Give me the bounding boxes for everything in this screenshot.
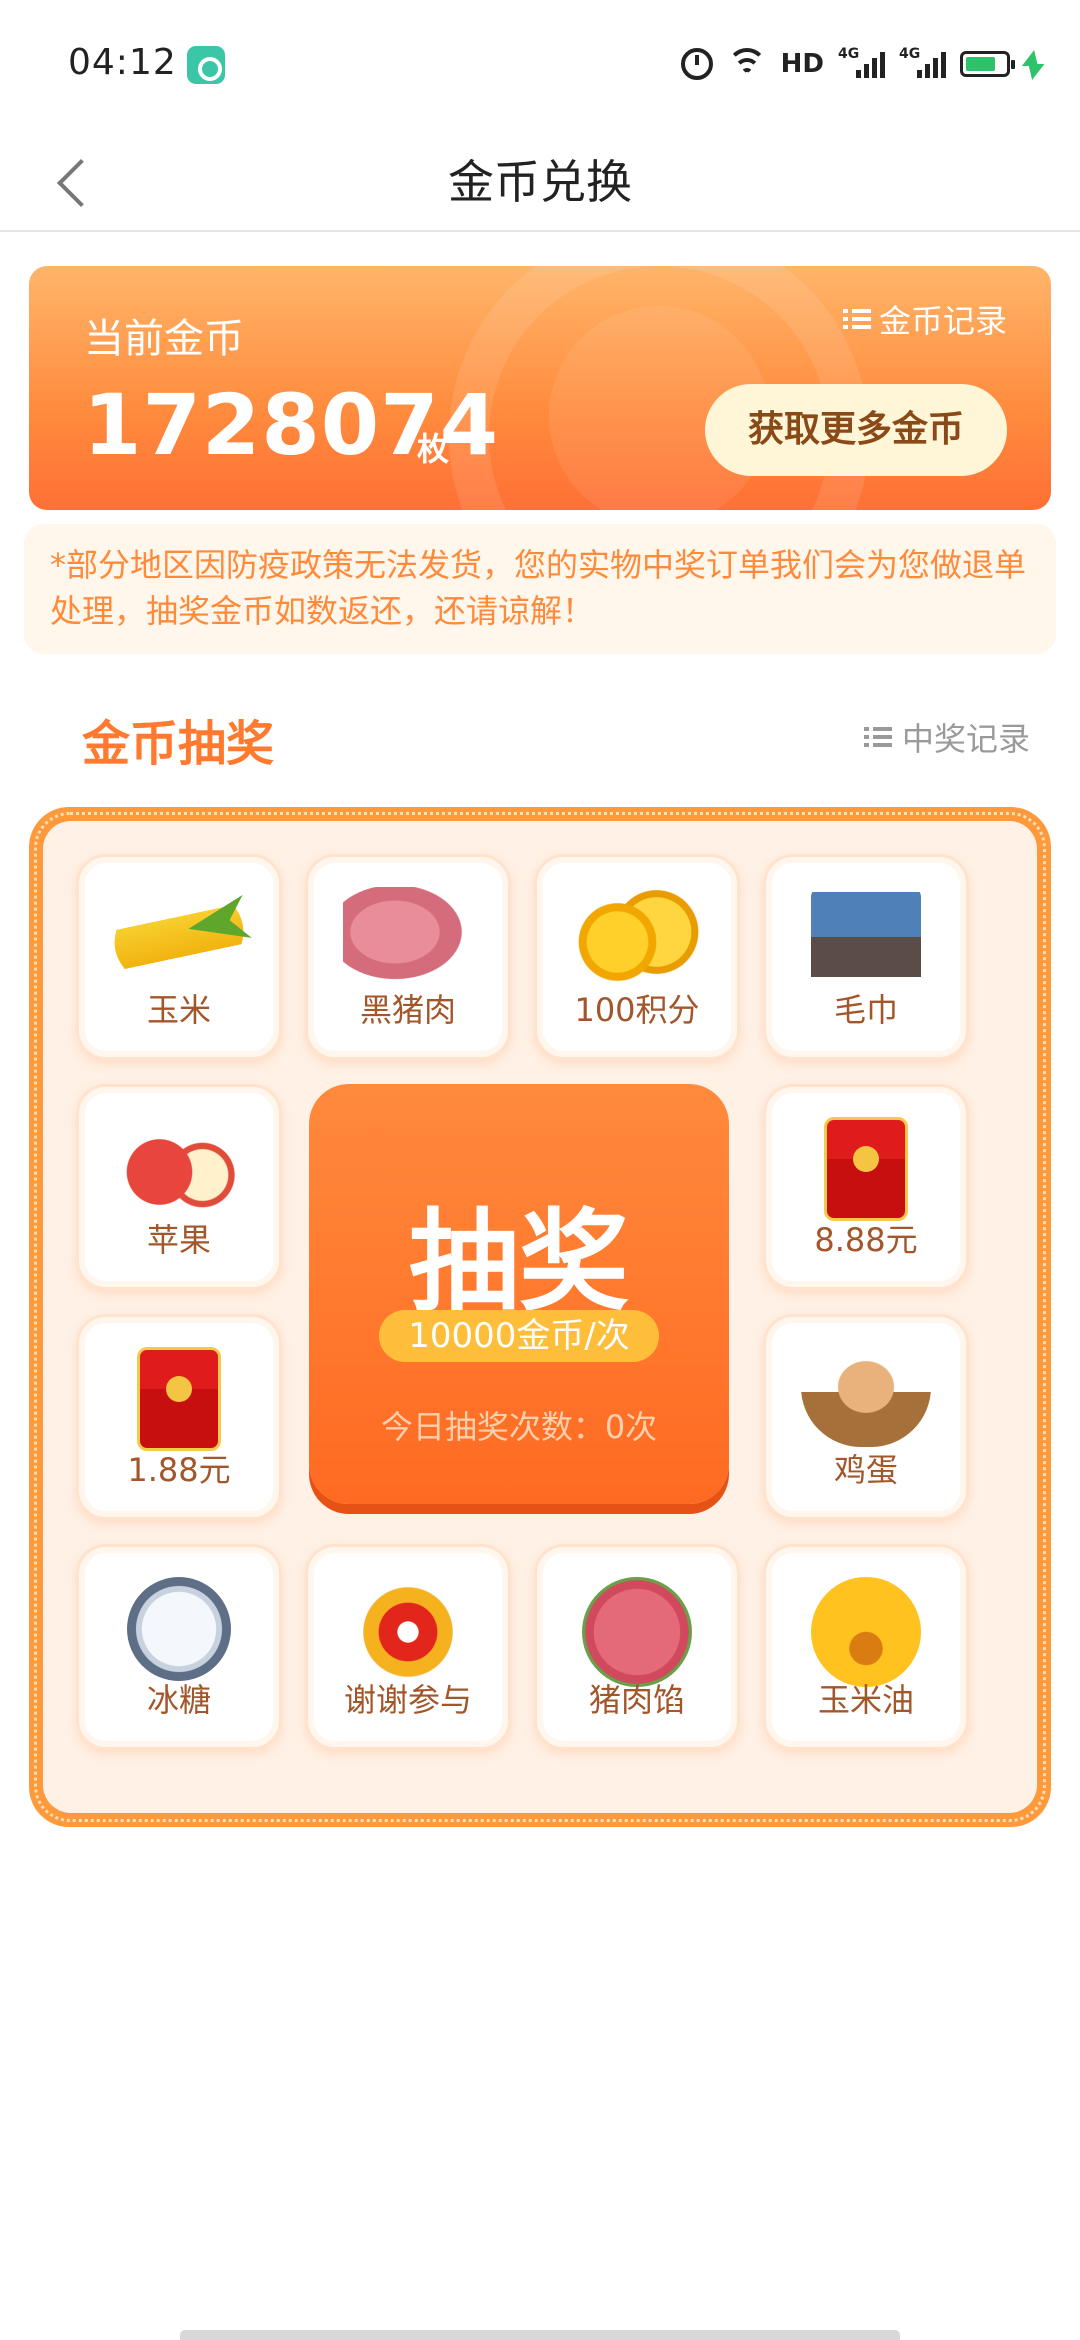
battery-icon (960, 51, 1015, 77)
draw-label: 抽奖 (409, 1198, 629, 1326)
page-title: 金币兑换 (448, 155, 632, 209)
lottery-board-inner: 玉米 黑猪肉 100积分 毛巾 苹果 8.88元 1.88元 鸡蛋 冰糖 谢谢参… (43, 821, 1037, 1813)
win-record-label: 中奖记录 (901, 720, 1030, 758)
coin-record-label: 金币记录 (878, 302, 1007, 340)
prize-name: 玉米油 (817, 1681, 914, 1719)
coin-label: 当前金币 (84, 316, 244, 362)
signal-icon-1: 4G (838, 46, 885, 78)
prize-cell: 苹果 (76, 1084, 282, 1290)
prize-name: 冰糖 (146, 1681, 211, 1719)
win-record-link[interactable]: 中奖记录 (863, 714, 1030, 760)
draw-count-text: 今日抽奖次数：0次 (380, 1408, 658, 1446)
prize-name: 1.88元 (127, 1451, 231, 1489)
prize-name: 黑猪肉 (359, 991, 456, 1029)
apple-icon (114, 1117, 244, 1217)
title-bar: 金币兑换 (0, 132, 1080, 232)
prize-name: 猪肉馅 (588, 1681, 685, 1719)
thanks-icon (343, 1577, 473, 1677)
egg-basket-icon (801, 1347, 931, 1447)
corn-icon (105, 874, 253, 1000)
prize-name: 毛巾 (833, 991, 898, 1029)
prize-cell: 玉米 (76, 854, 282, 1060)
lottery-board: 玉米 黑猪肉 100积分 毛巾 苹果 8.88元 1.88元 鸡蛋 冰糖 谢谢参… (29, 807, 1051, 1827)
prize-cell: 100积分 (534, 854, 740, 1060)
prize-cell: 玉米油 (763, 1544, 969, 1750)
notice-text: *部分地区因防疫政策无法发货，您的实物中奖订单我们会为您做退单处理，抽奖金币如数… (50, 546, 1027, 630)
minced-pork-icon (582, 1577, 692, 1687)
prize-name: 苹果 (146, 1221, 211, 1259)
prize-cell: 冰糖 (76, 1544, 282, 1750)
prize-cell: 鸡蛋 (763, 1314, 969, 1520)
prize-name: 100积分 (574, 991, 700, 1029)
draw-cost-badge: 10000金币/次 (379, 1310, 659, 1362)
prize-name: 玉米 (146, 991, 211, 1029)
prize-cell: 毛巾 (763, 854, 969, 1060)
prize-name: 鸡蛋 (833, 1451, 898, 1489)
get-more-coins-button[interactable]: 获取更多金币 (705, 384, 1007, 476)
prize-cell: 猪肉馅 (534, 1544, 740, 1750)
notice-banner: *部分地区因防疫政策无法发货，您的实物中奖订单我们会为您做退单处理，抽奖金币如数… (24, 524, 1056, 654)
red-packet-icon (137, 1347, 221, 1451)
list-icon (863, 725, 892, 749)
prize-name: 谢谢参与 (343, 1681, 472, 1719)
prize-cell: 8.88元 (763, 1084, 969, 1290)
towel-icon (811, 887, 921, 987)
list-icon (842, 307, 871, 331)
signal-icon-2: 4G (899, 46, 946, 78)
prize-cell: 1.88元 (76, 1314, 282, 1520)
network-type-2: 4G (899, 46, 921, 62)
network-type-1: 4G (838, 46, 860, 62)
coin-balance-card: 当前金币 1728074 枚 金币记录 获取更多金币 (29, 266, 1051, 510)
coin-unit: 枚 (417, 430, 450, 468)
rock-sugar-icon (127, 1577, 231, 1681)
corn-oil-icon (811, 1577, 921, 1687)
charging-icon (1021, 50, 1043, 66)
draw-button[interactable]: 抽奖 10000金币/次 今日抽奖次数：0次 (309, 1084, 729, 1504)
alarm-icon (680, 48, 713, 80)
status-icons: HD 4G 4G (680, 44, 1043, 84)
home-indicator (180, 2330, 900, 2340)
prize-cell: 谢谢参与 (305, 1544, 511, 1750)
prize-name: 8.88元 (814, 1221, 918, 1259)
app-notification-icon (187, 46, 225, 84)
prize-cell: 黑猪肉 (305, 854, 511, 1060)
red-packet-icon (824, 1117, 908, 1221)
status-time: 04:12 (68, 42, 177, 83)
wifi-icon (726, 48, 767, 80)
status-bar: 04:12 HD 4G 4G (0, 0, 1080, 132)
pork-icon (343, 887, 473, 987)
hd-label: HD (780, 49, 824, 79)
lottery-section-title: 金币抽奖 (82, 716, 275, 772)
points-coin-icon (572, 887, 702, 987)
coin-record-link[interactable]: 金币记录 (842, 296, 1007, 342)
